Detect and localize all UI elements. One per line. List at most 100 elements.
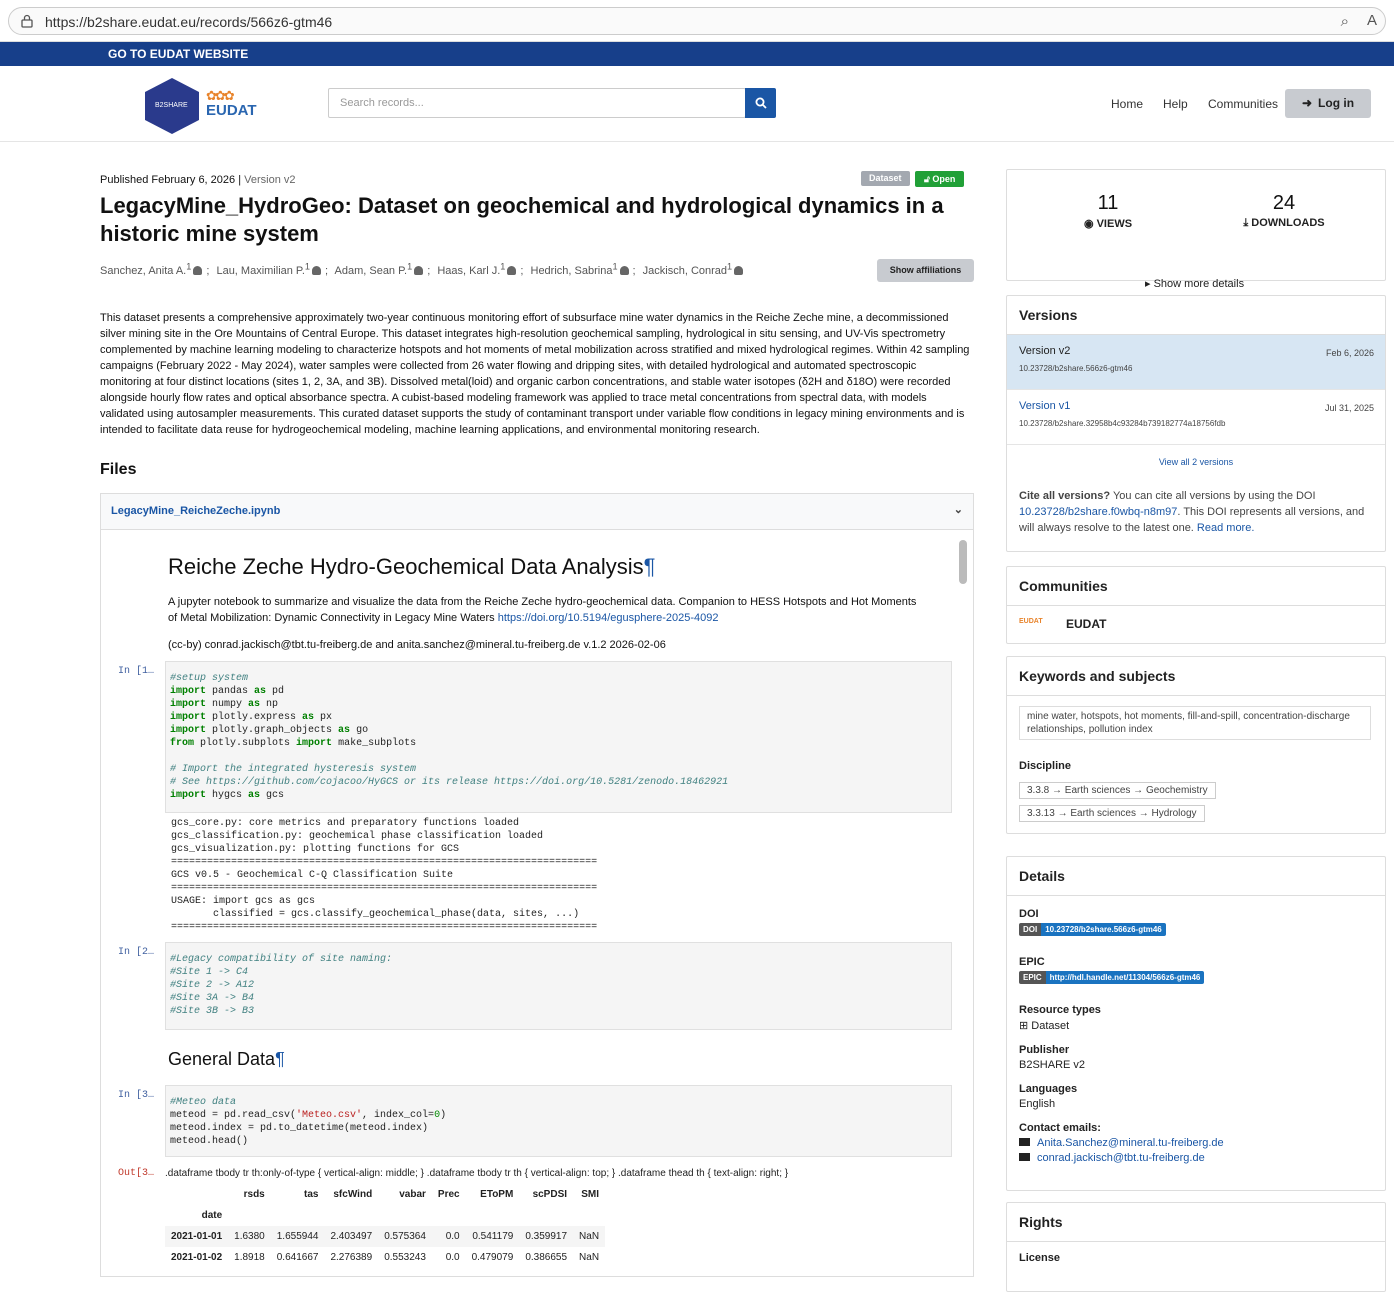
version-date: Jul 31, 2025: [1324, 403, 1374, 413]
versions-heading: Versions: [1007, 296, 1385, 335]
discipline-tag: 3.3.13 → Earth sciences → Hydrology: [1019, 805, 1205, 822]
table-cell: 1.8918: [234, 1252, 265, 1263]
contact-email: Anita.Sanchez@mineral.tu-freiberg.de: [1019, 1137, 1373, 1149]
downloads-label: ⤓ DOWNLOADS: [1243, 217, 1325, 229]
table-cell: 0.479079: [471, 1252, 514, 1263]
author[interactable]: Lau, Maximilian P.1;: [216, 261, 328, 277]
notebook-intro: A jupyter notebook to summarize and visu…: [168, 596, 917, 624]
author[interactable]: Adam, Sean P.1;: [335, 261, 431, 277]
code-cell-meteo[interactable]: #Meteo data meteod = pd.read_csv('Meteo.…: [165, 1085, 952, 1157]
chevron-down-icon[interactable]: ⌄: [954, 503, 963, 516]
address-bar[interactable]: https://b2share.eudat.eu/records/566z6-g…: [8, 7, 1386, 35]
person-icon: [414, 265, 424, 275]
epic-badge[interactable]: EPIC http://hdl.handle.net/11304/566z6-gt…: [1019, 971, 1205, 984]
file-name[interactable]: LegacyMine_ReicheZeche.ipynb: [111, 505, 280, 517]
read-more-link[interactable]: Read more.: [1197, 522, 1254, 534]
login-button[interactable]: ➜ Log in: [1285, 89, 1371, 118]
file-accordion-header[interactable]: LegacyMine_ReicheZeche.ipynb ⌄: [101, 494, 973, 530]
column-header: scPDSI: [532, 1189, 568, 1200]
index-header: date: [201, 1210, 223, 1221]
table-cell: 1.655944: [276, 1231, 319, 1242]
code-cell-legacy[interactable]: #Legacy compatibility of site naming: #S…: [165, 942, 952, 1030]
doi-label: DOI: [1019, 908, 1039, 920]
file-preview: LegacyMine_ReicheZeche.ipynb ⌄ Reiche Ze…: [100, 493, 974, 1277]
email-link[interactable]: Anita.Sanchez@mineral.tu-freiberg.de: [1037, 1137, 1224, 1149]
open-label: Open: [932, 174, 956, 184]
person-icon: [734, 265, 744, 275]
nav-home[interactable]: Home: [1111, 97, 1143, 111]
code-cell-setup[interactable]: #setup system import pandas as pd import…: [165, 661, 952, 813]
nav-communities[interactable]: Communities: [1208, 97, 1278, 111]
version-date: Feb 6, 2026: [1325, 348, 1374, 358]
epic-label: EPIC: [1019, 956, 1045, 968]
show-more-details-toggle[interactable]: ▸ Show more details: [1145, 277, 1244, 290]
views-stat: 11 ◉ VIEWS: [1048, 192, 1168, 230]
output-prompt: Out[3…: [118, 1168, 155, 1179]
table-cell: 0.0: [445, 1231, 460, 1242]
doi-badge[interactable]: DOI 10.23728/b2share.566z6-gtm46: [1019, 923, 1166, 936]
table-cell: 2.276389: [330, 1252, 373, 1263]
author-list: Sanchez, Anita A.1; Lau, Maximilian P.1;…: [100, 261, 751, 277]
table-icon: ⊞: [1019, 1020, 1032, 1032]
scrollbar-thumb[interactable]: [959, 540, 967, 584]
keywords-heading: Keywords and subjects: [1007, 657, 1385, 696]
versions-card: Versions Version v2 Feb 6, 2026 10.23728…: [1006, 295, 1386, 552]
lock-icon: [21, 14, 33, 28]
intro-doi-link[interactable]: https://doi.org/10.5194/egusphere-2025-4…: [498, 612, 719, 624]
version-item-v1[interactable]: Version v1 Jul 31, 2025 10.23728/b2share…: [1007, 390, 1385, 445]
table-cell: 0.641667: [276, 1252, 319, 1263]
section-heading-general-data: General Data¶: [168, 1049, 285, 1069]
person-icon: [507, 265, 517, 275]
table-cell: 0.553243: [384, 1252, 426, 1263]
notebook-credits: (cc-by) conrad.jackisch@tbt.tu-freiberg.…: [168, 639, 666, 651]
notebook-preview[interactable]: Reiche Zeche Hydro-Geochemical Data Anal…: [101, 530, 973, 1278]
publication-info: Published February 6, 2026 | Version v2: [100, 174, 296, 186]
dataframe-style-text: .dataframe tbody tr th:only-of-type { ve…: [165, 1168, 789, 1179]
site-header: B2SHARE ✿✿✿ EUDAT Search records... Home…: [0, 66, 1394, 142]
version-label: Version v2: [244, 174, 296, 186]
login-icon: ➜: [1301, 96, 1313, 110]
community-item[interactable]: EUDAT EUDAT: [1007, 606, 1385, 644]
nav-help[interactable]: Help: [1163, 97, 1188, 111]
author[interactable]: Sanchez, Anita A.1;: [100, 261, 209, 277]
version-link[interactable]: Version v1: [1019, 400, 1373, 412]
email-link[interactable]: conrad.jackisch@tbt.tu-freiberg.de: [1037, 1152, 1205, 1164]
downloads-count: 24: [1272, 192, 1296, 214]
zoom-icon[interactable]: ⌕: [1341, 13, 1349, 30]
author[interactable]: Hedrich, Sabrina1;: [531, 261, 636, 277]
url-text[interactable]: https://b2share.eudat.eu/records/566z6-g…: [45, 14, 332, 30]
languages-label: Languages: [1019, 1083, 1078, 1095]
eudat-logo[interactable]: ✿✿✿ EUDAT: [206, 88, 257, 119]
publisher-label: Publisher: [1019, 1044, 1070, 1056]
rights-heading: Rights: [1007, 1203, 1385, 1242]
search-input[interactable]: Search records...: [328, 88, 746, 118]
view-all-versions-link[interactable]: View all 2 versions: [1007, 457, 1385, 467]
eudat-topbar: GO TO EUDAT WEBSITE: [0, 42, 1394, 66]
b2share-logo[interactable]: B2SHARE: [145, 78, 199, 134]
search-button[interactable]: [745, 88, 776, 118]
license-label: License: [1019, 1252, 1060, 1264]
show-affiliations-button[interactable]: Show affiliations: [877, 259, 974, 282]
discipline-label: Discipline: [1019, 760, 1071, 772]
record-description: This dataset presents a comprehensive ap…: [100, 312, 970, 436]
input-prompt: In [2…: [118, 947, 155, 958]
notebook-title: Reiche Zeche Hydro-Geochemical Data Anal…: [168, 554, 656, 579]
caret-right-icon: ▸: [1145, 278, 1154, 290]
table-cell: 2.403497: [330, 1231, 373, 1242]
views-count: 11: [1097, 192, 1119, 214]
row-index: 2021-01-01: [171, 1231, 223, 1242]
table-cell: 0.386655: [525, 1252, 568, 1263]
community-name[interactable]: EUDAT: [1066, 617, 1106, 631]
version-item-v2[interactable]: Version v2 Feb 6, 2026 10.23728/b2share.…: [1007, 335, 1385, 390]
table-cell: 0.575364: [384, 1231, 426, 1242]
resource-types-label: Resource types: [1019, 1004, 1101, 1016]
stats-card: 11 ◉ VIEWS 24 ⤓ DOWNLOADS ▸ Show more de…: [1006, 169, 1386, 290]
concept-doi-link[interactable]: 10.23728/b2share.f0wbq-n8m97: [1019, 506, 1177, 518]
person-icon: [193, 265, 203, 275]
author[interactable]: Haas, Karl J.1;: [437, 261, 523, 277]
table-cell: 1.6380: [234, 1231, 265, 1242]
author[interactable]: Jackisch, Conrad1: [643, 261, 747, 277]
reader-mode-icon[interactable]: A: [1367, 12, 1377, 29]
views-label: ◉ VIEWS: [1083, 218, 1133, 230]
go-to-eudat-link[interactable]: GO TO EUDAT WEBSITE: [108, 47, 248, 61]
